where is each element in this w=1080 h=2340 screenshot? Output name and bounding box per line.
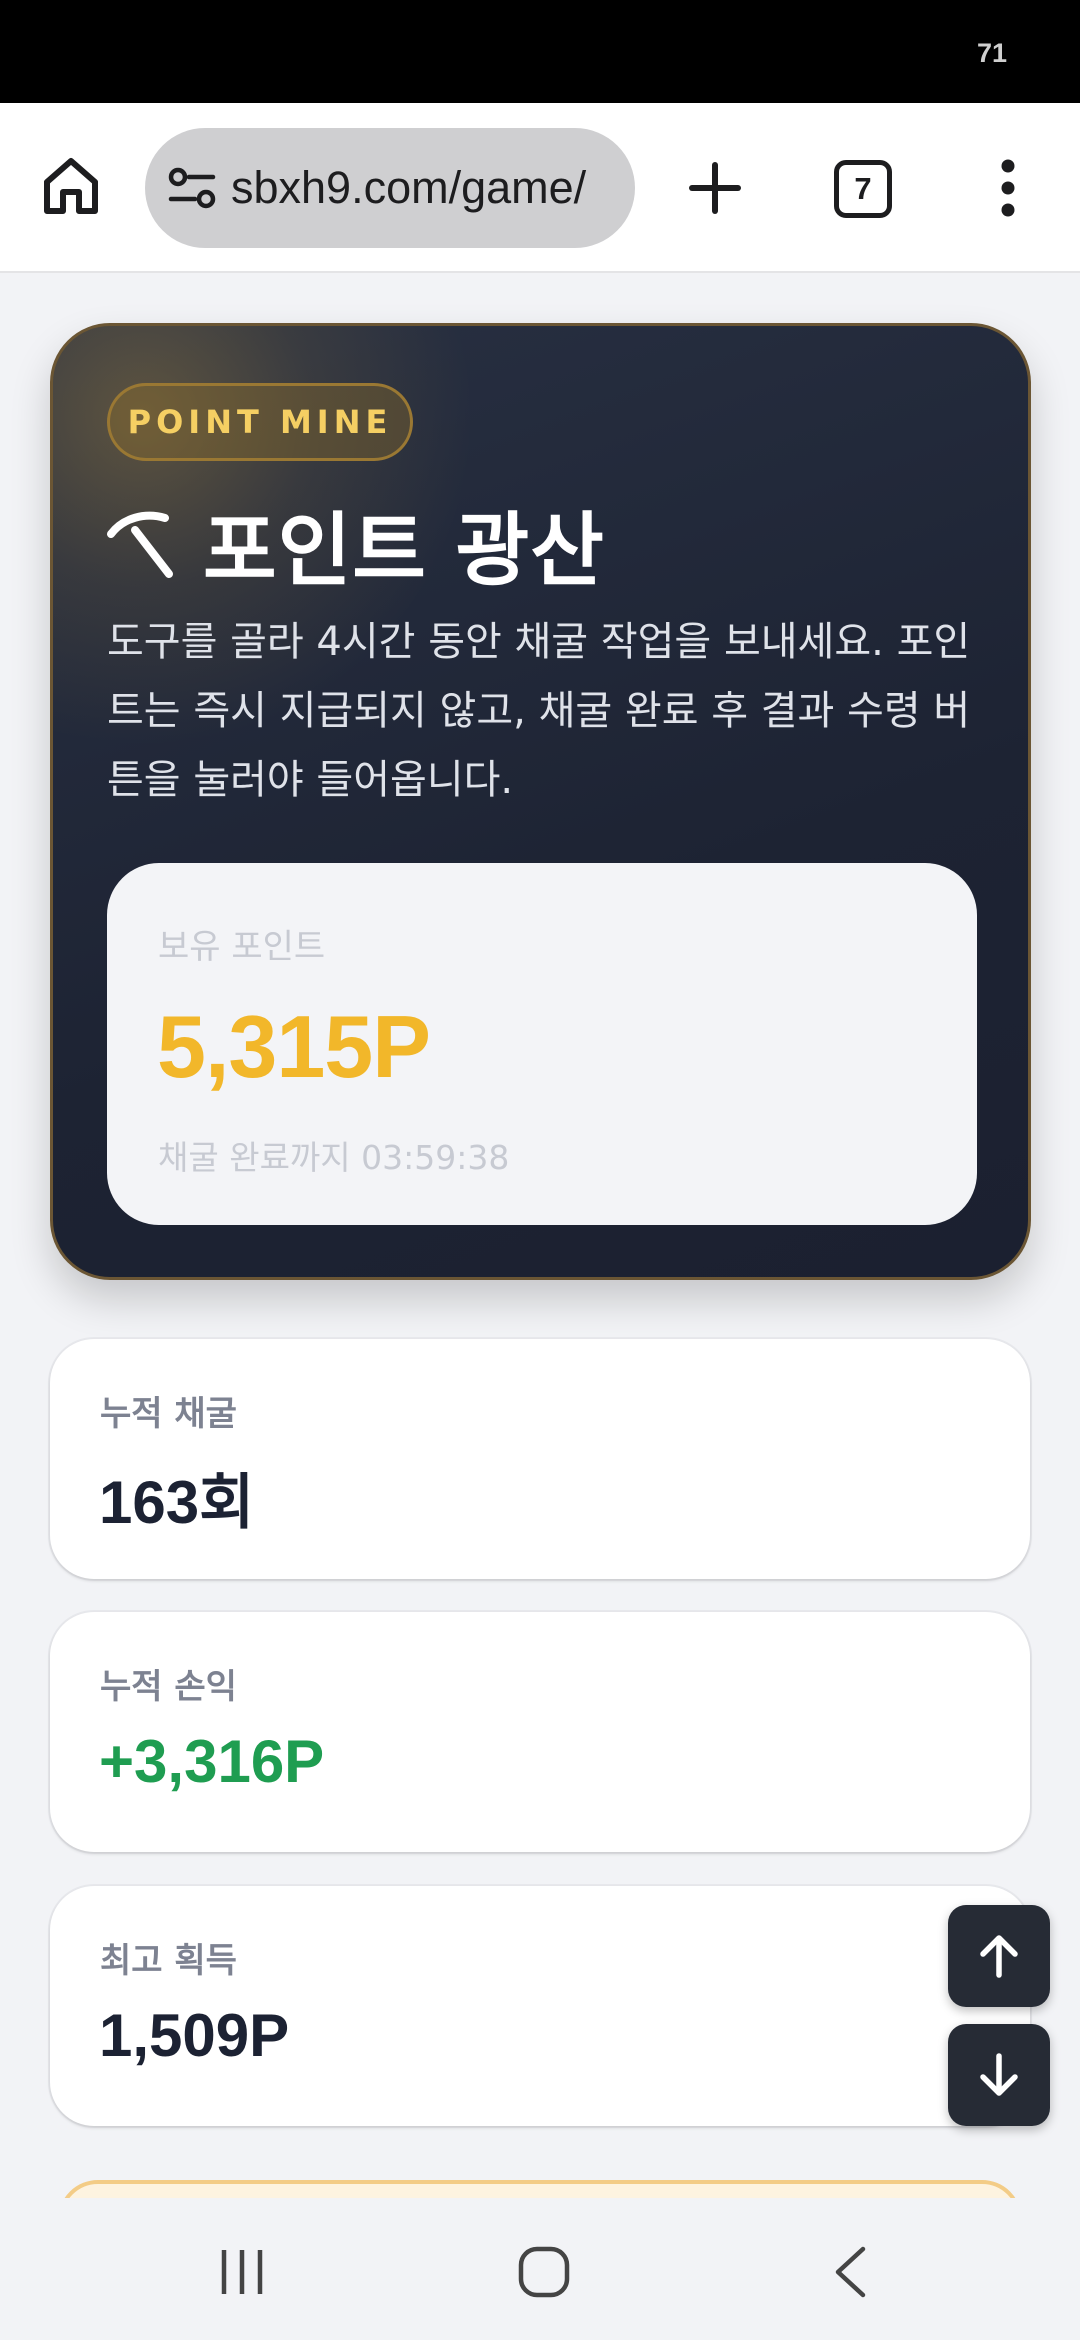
points-value: 5,315P: [157, 997, 431, 1096]
battery-level: 71: [976, 38, 1007, 68]
scroll-up-button[interactable]: [948, 1905, 1050, 2007]
hero-description: 도구를 골라 4시간 동안 채굴 작업을 보내세요. 포인트는 즉시 지급되지 …: [107, 619, 971, 803]
stat-value: 1,509P: [99, 2002, 290, 2069]
back-icon: [835, 2246, 866, 2298]
stat-value: +3,316P: [99, 1728, 325, 1795]
point-mine-badge: POINT MINE: [107, 383, 413, 461]
stat-label: 누적 채굴: [100, 1394, 237, 1434]
scroll-down-button[interactable]: [948, 2024, 1050, 2126]
pickaxe-icon: [107, 511, 173, 578]
browser-toolbar: sbxh9.com/game/ 7: [0, 103, 1080, 273]
tab-count: 7: [854, 171, 872, 206]
tune-icon[interactable]: [165, 161, 219, 215]
page-title-text: 포인트 광산: [203, 504, 605, 597]
point-mine-hero-card: POINT MINE 포인트 광산 도구를 골라 4시간 동안 채굴 작업을 보…: [50, 323, 1031, 1280]
points-label: 보유 포인트: [158, 927, 326, 967]
back-button[interactable]: [820, 2240, 880, 2304]
home-circle-icon: [518, 2246, 570, 2298]
mining-timer: 채굴 완료까지 03:59:38: [158, 1138, 510, 1177]
points-card: 보유 포인트 5,315P 채굴 완료까지 03:59:38: [107, 863, 977, 1225]
stat-value: 163회: [99, 1469, 255, 1536]
recent-apps-button[interactable]: [210, 2242, 274, 2302]
url-text: sbxh9.com/game/: [231, 162, 587, 213]
recent-apps-icon: [221, 2250, 263, 2294]
system-nav-bar: [0, 2198, 1080, 2340]
new-tab-button[interactable]: [680, 150, 750, 226]
plus-icon: [689, 162, 741, 214]
stat-card-best-gain: 최고 획득 1,509P: [50, 1886, 1030, 2126]
status-bar: 71: [0, 0, 1080, 103]
home-nav-button[interactable]: [510, 2240, 578, 2304]
stat-label: 최고 획득: [100, 1941, 237, 1981]
more-vert-icon: [1001, 159, 1015, 217]
tab-switcher-button[interactable]: 7: [834, 160, 892, 218]
browser-menu-button[interactable]: [985, 151, 1031, 225]
stat-label: 누적 손익: [100, 1667, 237, 1707]
arrow-up-icon: [980, 1935, 1018, 1978]
page-title: 포인트 광산: [105, 486, 605, 602]
home-icon: [44, 158, 98, 214]
home-button[interactable]: [36, 147, 106, 225]
stat-card-total-mining: 누적 채굴 163회: [50, 1339, 1030, 1579]
address-bar[interactable]: sbxh9.com/game/: [145, 128, 635, 248]
arrow-down-icon: [980, 2053, 1018, 2096]
stat-card-total-profit: 누적 손익 +3,316P: [50, 1612, 1030, 1852]
